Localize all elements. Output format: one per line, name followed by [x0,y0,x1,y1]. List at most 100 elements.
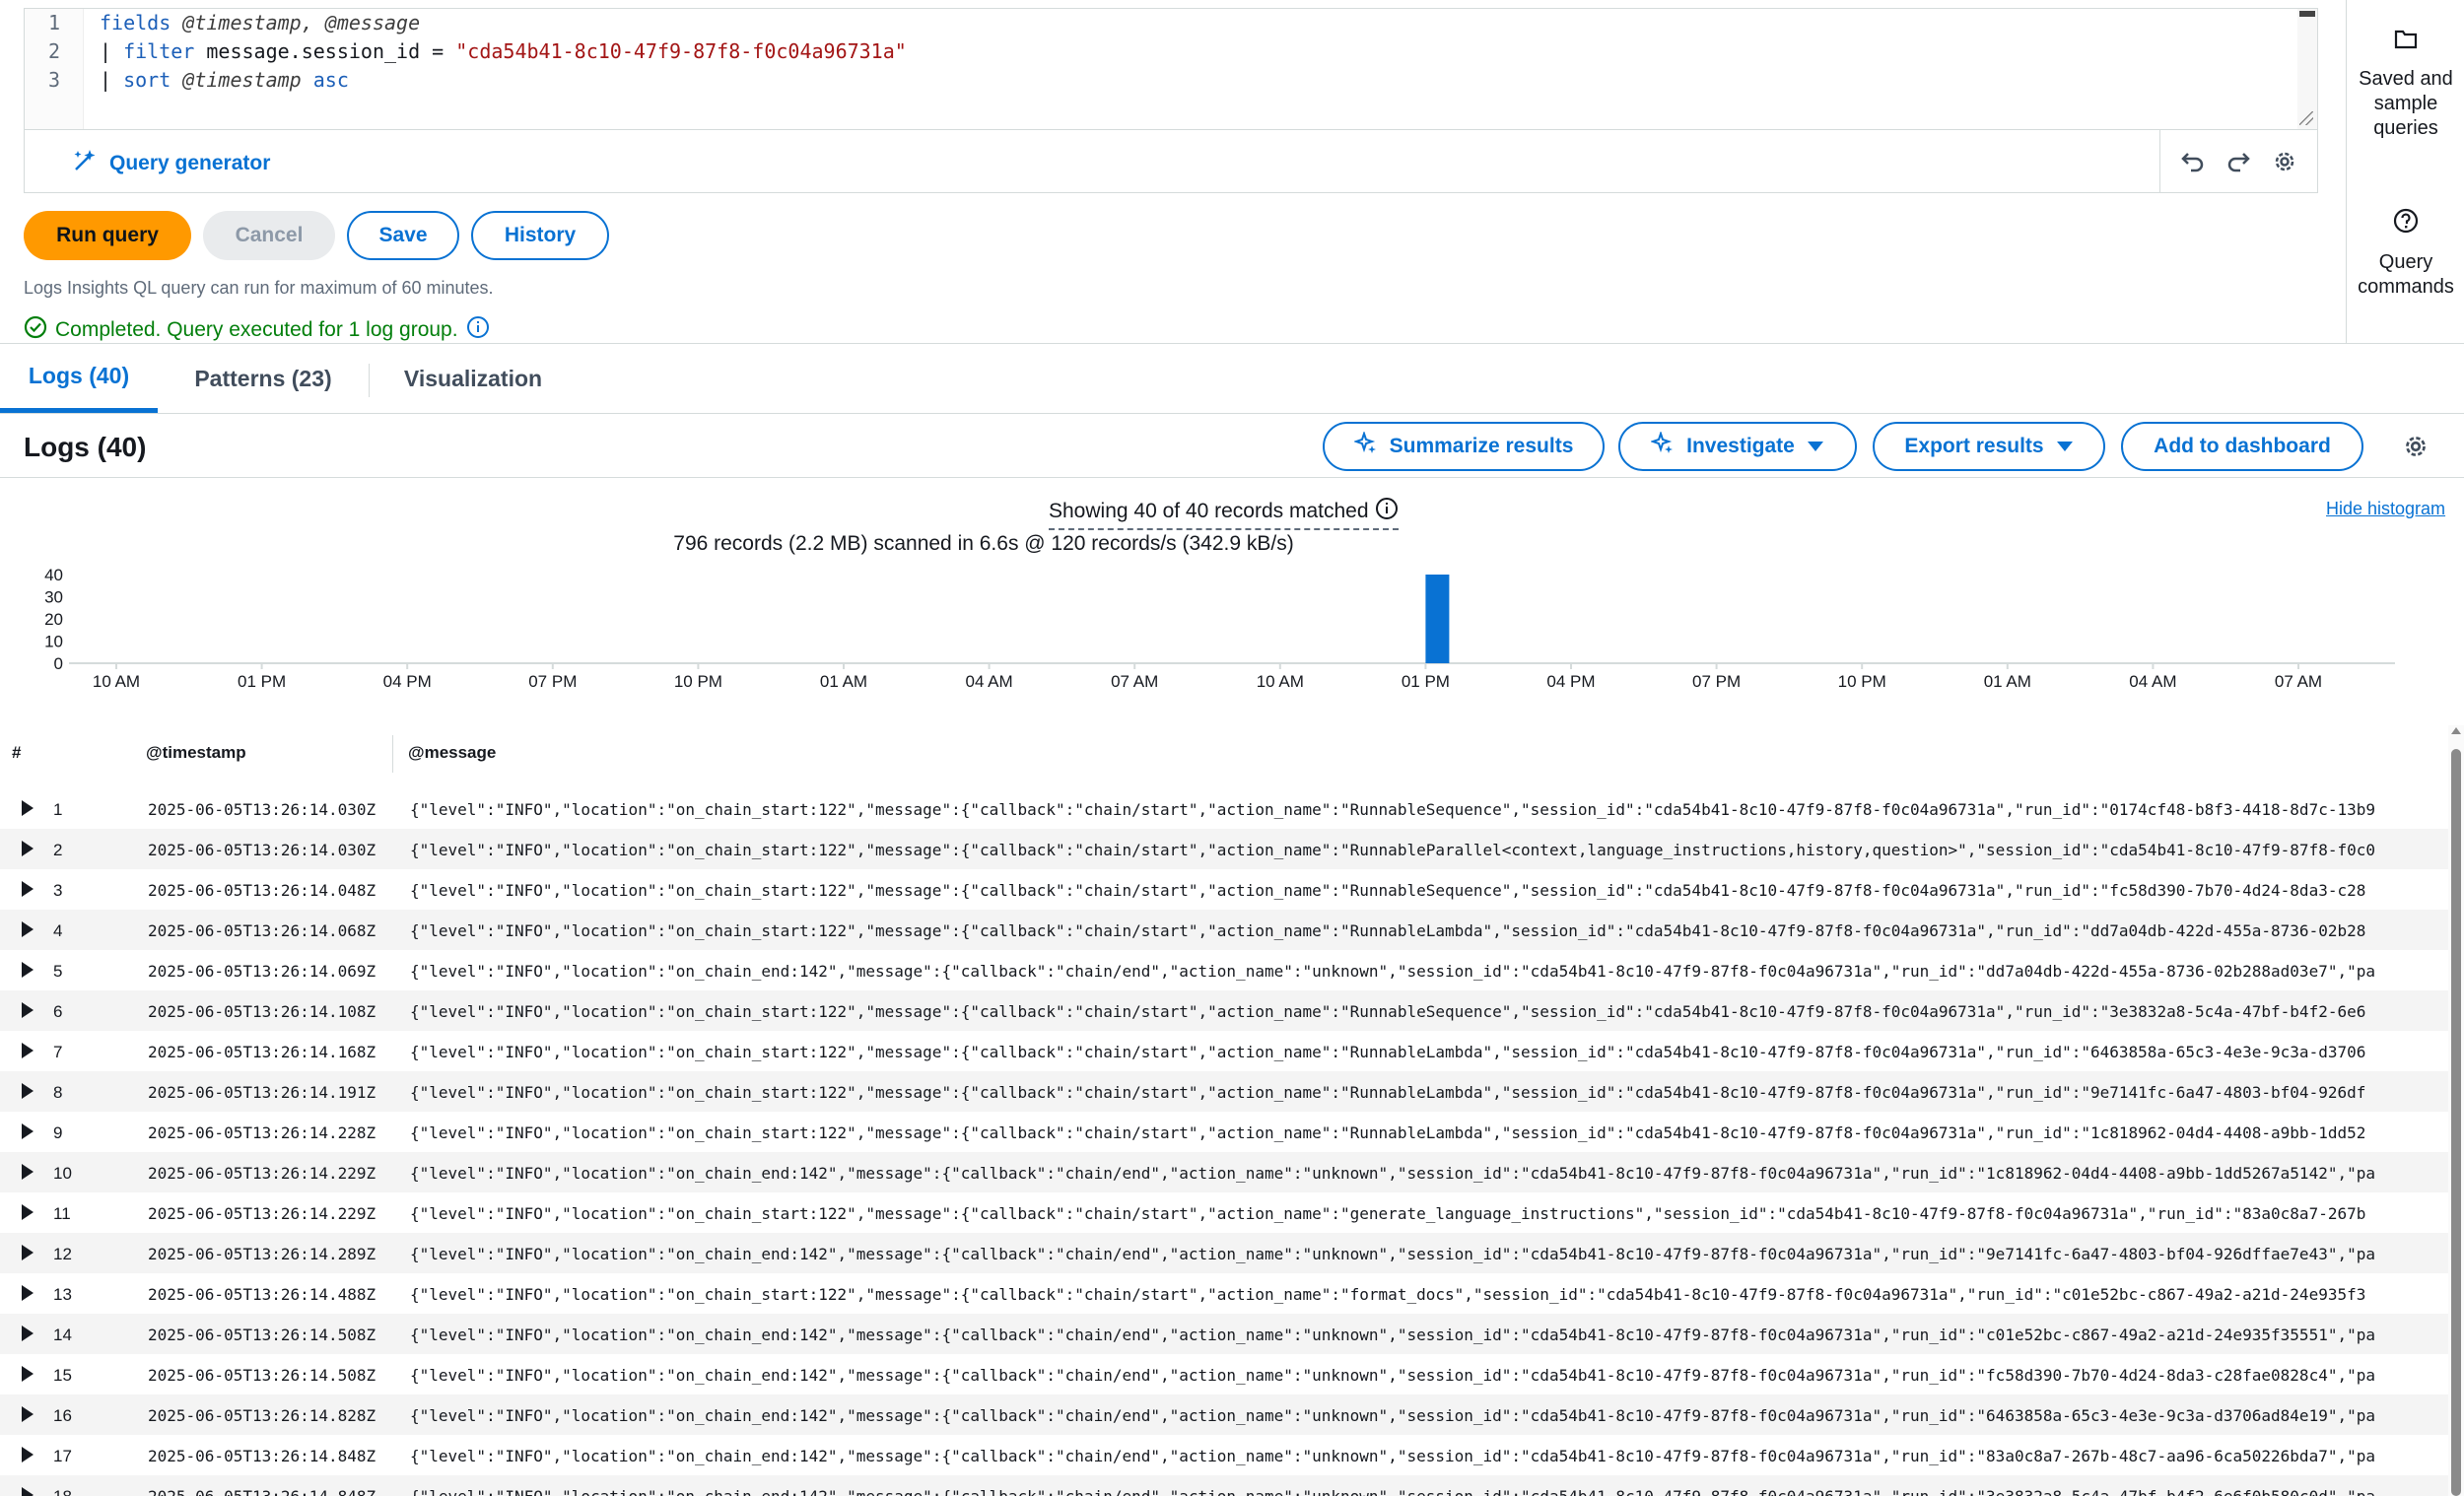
row-number: 18 [53,1487,72,1496]
history-button[interactable]: History [471,211,609,260]
export-results-button[interactable]: Export results [1873,422,2105,471]
export-results-label: Export results [1904,435,2044,457]
results-table-body: 1 2025-06-05T13:26:14.030Z {"level":"INFO"… [0,788,2448,1496]
table-row[interactable]: 16 2025-06-05T13:26:14.828Z {"level":"INFO… [0,1394,2448,1435]
expand-row-caret-icon[interactable] [22,841,34,856]
results-table-header: # @timestamp @message [0,729,2444,779]
table-row[interactable]: 6 2025-06-05T13:26:14.108Z {"level":"INFO"… [0,990,2448,1031]
caret-down-icon [2056,435,2074,458]
line-number: 1 [47,11,61,34]
tab-patterns[interactable]: Patterns (23) [158,344,369,413]
expand-row-caret-icon[interactable] [22,1164,34,1180]
row-timestamp: 2025-06-05T13:26:14.030Z [148,841,376,859]
table-row[interactable]: 12 2025-06-05T13:26:14.289Z {"level":"INFO… [0,1233,2448,1273]
row-number: 16 [53,1406,72,1425]
row-number: 11 [53,1204,71,1223]
query-status: Completed. Query executed for 1 log grou… [24,315,490,345]
expand-row-caret-icon[interactable] [22,800,34,816]
query-line-2[interactable]: | filter message.session_id = "cda54b41-… [100,39,907,63]
expand-row-caret-icon[interactable] [22,881,34,897]
line-number: 3 [47,68,61,92]
column-header-message[interactable]: @message [408,743,496,763]
table-row[interactable]: 17 2025-06-05T13:26:14.848Z {"level":"INFO… [0,1435,2448,1475]
expand-row-caret-icon[interactable] [22,1002,34,1018]
run-query-button[interactable]: Run query [24,211,191,260]
row-timestamp: 2025-06-05T13:26:14.108Z [148,1002,376,1021]
page-scrollbar[interactable] [2448,725,2464,1496]
saved-queries-button[interactable]: Saved and sample queries [2347,28,2464,141]
filter-expression: message.session_id = [194,39,456,63]
table-row[interactable]: 10 2025-06-05T13:26:14.229Z {"level":"INFO… [0,1152,2448,1192]
cancel-button[interactable]: Cancel [203,211,335,260]
undo-icon[interactable] [2177,146,2209,177]
tab-visualization[interactable]: Visualization [369,344,578,413]
page-scrollbar-thumb[interactable] [2451,749,2461,1496]
y-tick-label: 0 [54,654,63,673]
table-settings-gear-icon[interactable] [2399,430,2432,463]
resize-handle-icon[interactable] [2299,111,2313,125]
expand-row-caret-icon[interactable] [22,1043,34,1058]
column-header-timestamp[interactable]: @timestamp [146,743,246,763]
y-tick-label: 30 [44,588,63,607]
expand-row-caret-icon[interactable] [22,1447,34,1462]
expand-row-caret-icon[interactable] [22,1204,34,1220]
saved-queries-label-3: queries [2373,117,2438,139]
table-row[interactable]: 7 2025-06-05T13:26:14.168Z {"level":"INFO"… [0,1031,2448,1071]
table-row[interactable]: 14 2025-06-05T13:26:14.508Z {"level":"INFO… [0,1314,2448,1354]
table-row[interactable]: 3 2025-06-05T13:26:14.048Z {"level":"INFO"… [0,869,2448,910]
expand-row-caret-icon[interactable] [22,1487,34,1496]
expand-row-caret-icon[interactable] [22,962,34,978]
x-tick-label: 07 AM [2275,672,2322,691]
histogram-bar[interactable] [1425,575,1450,663]
expand-row-caret-icon[interactable] [22,1285,34,1301]
y-tick-label: 40 [44,566,63,584]
table-row[interactable]: 2 2025-06-05T13:26:14.030Z {"level":"INFO"… [0,829,2448,869]
expand-row-caret-icon[interactable] [22,921,34,937]
row-timestamp: 2025-06-05T13:26:14.229Z [148,1204,376,1223]
table-row[interactable]: 8 2025-06-05T13:26:14.191Z {"level":"INFO"… [0,1071,2448,1112]
save-button[interactable]: Save [347,211,459,260]
records-matched-text: Showing 40 of 40 records matched [1049,500,1369,522]
table-row[interactable]: 15 2025-06-05T13:26:14.508Z {"level":"INFO… [0,1354,2448,1394]
add-to-dashboard-button[interactable]: Add to dashboard [2121,422,2363,471]
row-message: {"level":"INFO","location":"on_chain_sta… [410,921,2366,940]
expand-row-caret-icon[interactable] [22,1245,34,1260]
expand-row-caret-icon[interactable] [22,1083,34,1099]
tab-logs[interactable]: Logs (40) [0,344,158,413]
scroll-up-arrow-icon[interactable] [2451,727,2461,734]
keyword: fields [100,11,171,34]
query-line-3[interactable]: | sort @timestamp asc [100,68,349,92]
query-editor[interactable]: 1 2 3 fields @timestamp, @message | filt… [24,8,2318,130]
table-row[interactable]: 4 2025-06-05T13:26:14.068Z {"level":"INFO"… [0,910,2448,950]
row-message: {"level":"INFO","location":"on_chain_sta… [410,800,2375,819]
column-divider[interactable] [392,735,393,773]
info-icon[interactable] [1375,497,1399,526]
expand-row-caret-icon[interactable] [22,1366,34,1382]
row-timestamp: 2025-06-05T13:26:14.508Z [148,1326,376,1344]
table-row[interactable]: 9 2025-06-05T13:26:14.228Z {"level":"INFO"… [0,1112,2448,1152]
query-line-1[interactable]: fields @timestamp, @message [100,11,420,34]
row-message: {"level":"INFO","location":"on_chain_end… [410,1164,2375,1183]
settings-gear-icon[interactable] [2269,146,2300,177]
x-tick-label: 10 AM [1257,672,1304,691]
hide-histogram-link[interactable]: Hide histogram [2326,499,2445,519]
table-row[interactable]: 18 2025-06-05T13:26:14.848Z {"level":"INFO… [0,1475,2448,1496]
row-message: {"level":"INFO","location":"on_chain_sta… [410,1002,2366,1021]
editor-scrollbar-thumb[interactable] [2299,11,2315,17]
table-row[interactable]: 5 2025-06-05T13:26:14.069Z {"level":"INFO"… [0,950,2448,990]
info-icon[interactable] [466,315,490,345]
summarize-results-button[interactable]: Summarize results [1323,422,1605,471]
expand-row-caret-icon[interactable] [22,1406,34,1422]
table-row[interactable]: 13 2025-06-05T13:26:14.488Z {"level":"INFO… [0,1273,2448,1314]
results-tabs: Logs (40) Patterns (23) Visualization [0,343,2464,414]
row-number: 5 [53,962,63,981]
investigate-button[interactable]: Investigate [1618,422,1857,471]
expand-row-caret-icon[interactable] [22,1326,34,1341]
x-tick-label: 10 PM [674,672,722,691]
expand-row-caret-icon[interactable] [22,1123,34,1139]
table-row[interactable]: 11 2025-06-05T13:26:14.229Z {"level":"INFO… [0,1192,2448,1233]
redo-icon[interactable] [2223,146,2254,177]
query-commands-button[interactable]: Query commands [2347,207,2464,300]
query-generator-button[interactable]: Query generator [72,148,270,179]
table-row[interactable]: 1 2025-06-05T13:26:14.030Z {"level":"INFO"… [0,788,2448,829]
